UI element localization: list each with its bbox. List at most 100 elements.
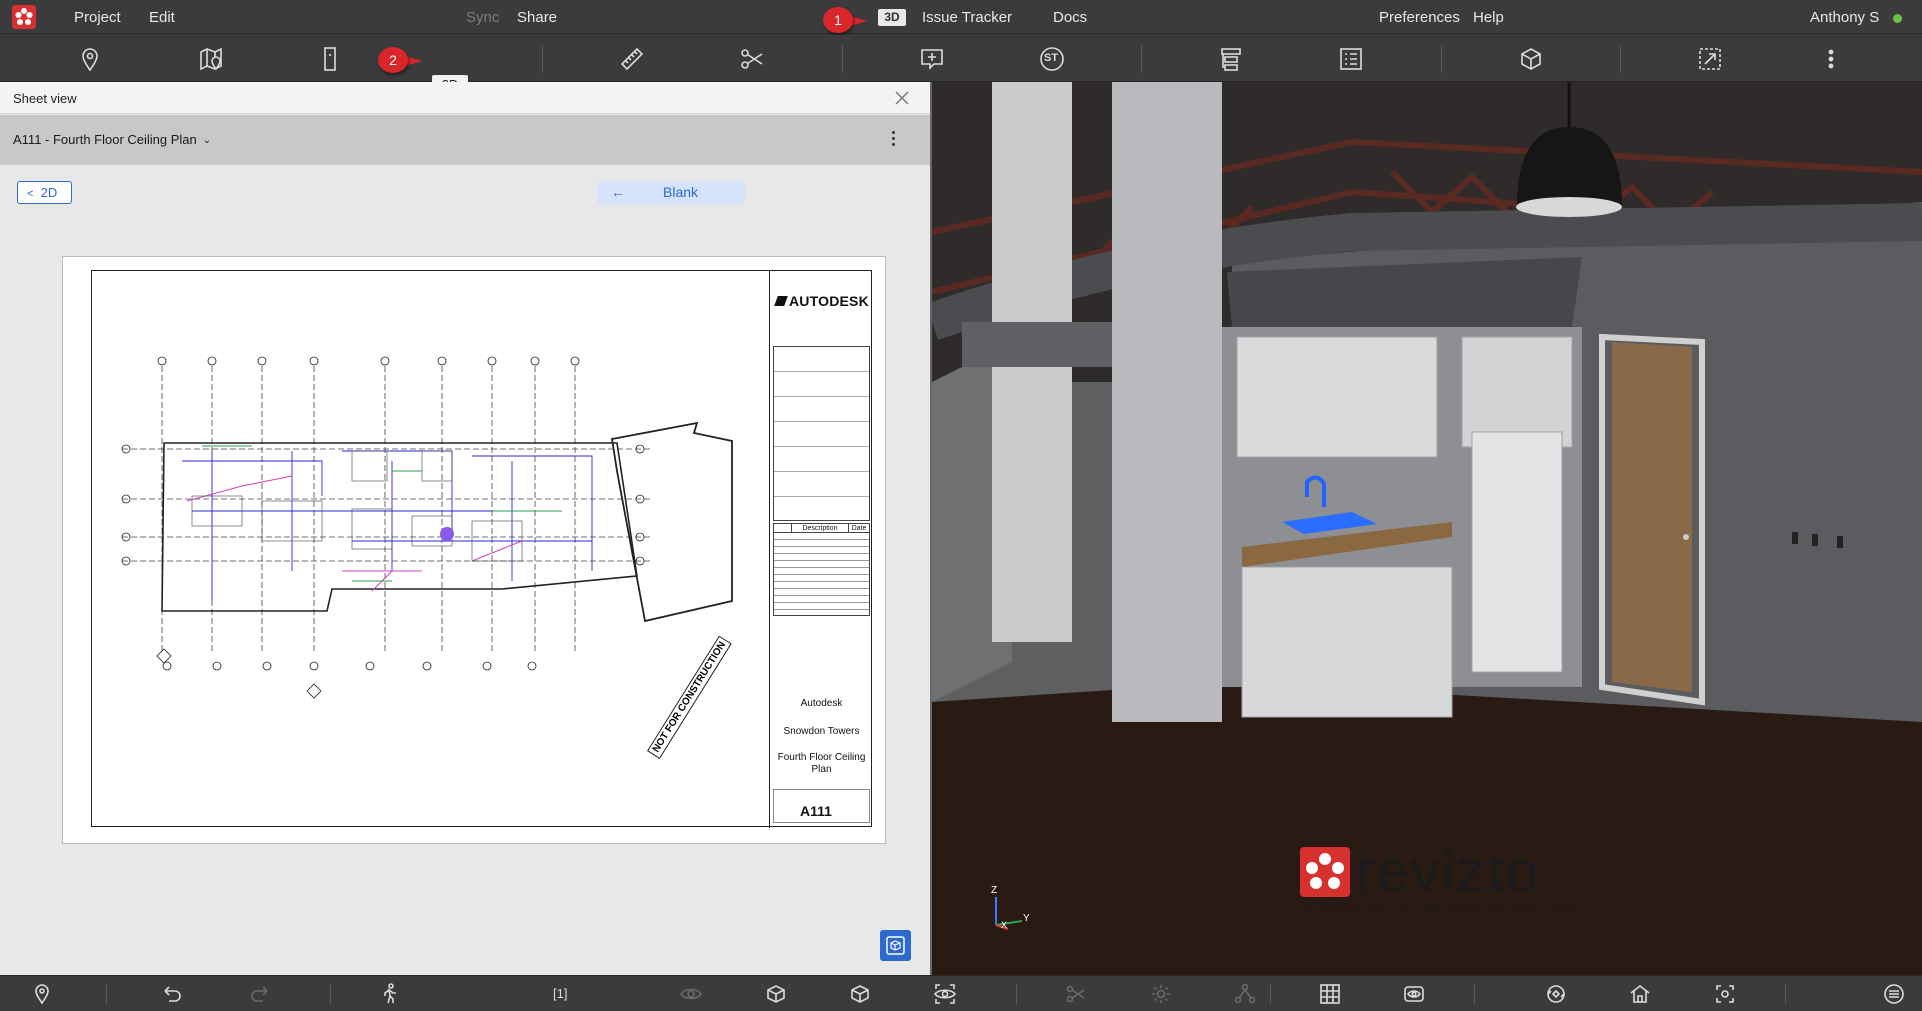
- sheet-selector-bar: A111 - Fourth Floor Ceiling Plan ⌄: [0, 115, 930, 165]
- section-box-icon[interactable]: [1515, 43, 1547, 75]
- walk-mode-icon[interactable]: [378, 982, 402, 1006]
- cube-solid-icon[interactable]: [848, 982, 872, 1006]
- sheet-view-header: Sheet view: [0, 82, 930, 114]
- visibility-icon[interactable]: [679, 982, 703, 1006]
- callout-1-bubble: 1: [823, 7, 853, 33]
- wall-outlet: [1792, 532, 1798, 544]
- menu-preferences[interactable]: Preferences: [1379, 9, 1460, 26]
- sheet-drawing[interactable]: NOT FOR CONSTRUCTION AUTODESK Descriptio…: [62, 256, 886, 844]
- menu-project[interactable]: Project: [74, 9, 121, 26]
- menu-edit[interactable]: Edit: [149, 9, 175, 26]
- chevron-left-icon: <: [27, 188, 34, 200]
- menu-sync[interactable]: Sync: [466, 9, 499, 26]
- online-status-dot: [1893, 14, 1902, 23]
- grid-bubbles-top: [157, 356, 580, 366]
- isolate-view-icon[interactable]: [933, 982, 957, 1006]
- bottom-toolbar: [1]: [0, 975, 1922, 1011]
- undo-icon[interactable]: [160, 982, 184, 1006]
- upper-cabinets: [1236, 336, 1438, 458]
- tb-company: Autodesk: [800, 698, 843, 709]
- toolbar-divider: [542, 45, 543, 73]
- floor: [932, 682, 1922, 975]
- axis-x-label: X: [1001, 920, 1008, 930]
- sheet-name-label: A111 - Fourth Floor Ceiling Plan: [13, 132, 197, 147]
- object-list-icon[interactable]: [1335, 43, 1367, 75]
- wall-outlet: [1837, 536, 1843, 548]
- consultants-box: [773, 346, 870, 521]
- grid-bubbles-left: [121, 444, 645, 566]
- more-options-icon[interactable]: [1815, 43, 1847, 75]
- focus-icon[interactable]: [1713, 982, 1737, 1006]
- cube-icon[interactable]: [764, 982, 788, 1006]
- back-2d-label: 2D: [40, 185, 58, 200]
- bottombar-divider: [1270, 984, 1271, 1004]
- stamp-st-label: ST: [1044, 52, 1059, 64]
- toolbar-divider: [1441, 45, 1442, 73]
- settings-gear-icon[interactable]: [1149, 982, 1173, 1006]
- scissors-icon[interactable]: [1064, 982, 1088, 1006]
- callout-2: 2: [378, 47, 424, 73]
- layers-stack-icon[interactable]: [1882, 982, 1906, 1006]
- bottombar-divider: [1474, 984, 1475, 1004]
- revision-desc-header: Description: [792, 524, 849, 532]
- revizto-watermark-icon: [1300, 847, 1350, 897]
- axis-gizmo: Z Y X: [990, 885, 1030, 930]
- sheet-view-title: Sheet view: [13, 91, 77, 106]
- ruler-icon[interactable]: [616, 43, 648, 75]
- bottombar-divider: [1785, 984, 1786, 1004]
- mode-3d-tag[interactable]: 3D: [878, 9, 906, 26]
- grid-bubbles-bottom: [162, 661, 537, 671]
- user-name[interactable]: Anthony S: [1810, 9, 1879, 26]
- map-pin-icon[interactable]: [195, 43, 227, 75]
- blank-label: Blank: [663, 184, 699, 200]
- sheet-selector[interactable]: A111 - Fourth Floor Ceiling Plan ⌄: [13, 132, 211, 147]
- current-location-marker: [440, 527, 454, 541]
- axis-z-label: Z: [991, 885, 998, 896]
- view-counter[interactable]: [1]: [553, 986, 567, 1001]
- back-2d-button[interactable]: < 2D: [17, 181, 72, 204]
- redo-icon[interactable]: [248, 982, 272, 1006]
- hierarchy-icon[interactable]: [1233, 982, 1257, 1006]
- blank-button[interactable]: ← Blank: [597, 181, 745, 204]
- tb-sheet-number: A111: [800, 803, 832, 819]
- title-block: AUTODESK Description Date Autodesk Snowd…: [769, 271, 873, 828]
- export-view-icon[interactable]: [1694, 43, 1726, 75]
- scissors-icon[interactable]: [736, 43, 768, 75]
- wall-outlet: [1812, 534, 1818, 546]
- revision-date-header: Date: [851, 525, 867, 532]
- home-icon[interactable]: [1628, 982, 1652, 1006]
- bottombar-divider: [1016, 984, 1017, 1004]
- revisions-table: Description Date: [773, 523, 870, 616]
- sheet-view-panel: Sheet view A111 - Fourth Floor Ceiling P…: [0, 82, 932, 975]
- open-3d-icon[interactable]: [880, 930, 911, 961]
- location-pin-icon[interactable]: [74, 43, 106, 75]
- bulkhead-left: [962, 322, 1112, 367]
- door-handle: [1683, 534, 1689, 540]
- menu-share[interactable]: Share: [517, 9, 557, 26]
- revizto-logo-icon[interactable]: [12, 5, 36, 29]
- menu-issue-tracker[interactable]: Issue Tracker: [922, 9, 1012, 26]
- stamp-st-icon[interactable]: ST: [1036, 43, 1068, 75]
- drawing-frame: NOT FOR CONSTRUCTION AUTODESK Descriptio…: [91, 270, 873, 828]
- grid-icon[interactable]: [1318, 982, 1342, 1006]
- eye-box-icon[interactable]: [1402, 982, 1426, 1006]
- bottombar-divider: [106, 984, 107, 1004]
- menu-docs[interactable]: Docs: [1053, 9, 1087, 26]
- door: [1612, 342, 1692, 692]
- close-icon[interactable]: [892, 88, 912, 108]
- add-issue-icon[interactable]: [916, 43, 948, 75]
- column-center: [1112, 82, 1222, 722]
- viewpoint-frame-icon[interactable]: [314, 43, 346, 75]
- menu-bar: Project Edit Sync Share 3D Issue Tracker…: [0, 0, 1922, 34]
- tb-sheet-title: Fourth Floor Ceiling Plan: [777, 752, 866, 775]
- tree-layers-icon[interactable]: [1215, 43, 1247, 75]
- bottombar-divider: [330, 984, 331, 1004]
- sheet-more-icon[interactable]: [892, 131, 896, 149]
- callout-2-bubble: 2: [378, 47, 408, 73]
- revizto-watermark-tagline: INTEGRATED COLLABORATION PLATFORM: [1300, 901, 1578, 913]
- menu-help[interactable]: Help: [1473, 9, 1504, 26]
- orbit-icon[interactable]: [1544, 982, 1568, 1006]
- arrow-left-icon: ←: [611, 184, 625, 200]
- axis-y-label: Y: [1023, 913, 1030, 924]
- location-pin-icon[interactable]: [30, 982, 54, 1006]
